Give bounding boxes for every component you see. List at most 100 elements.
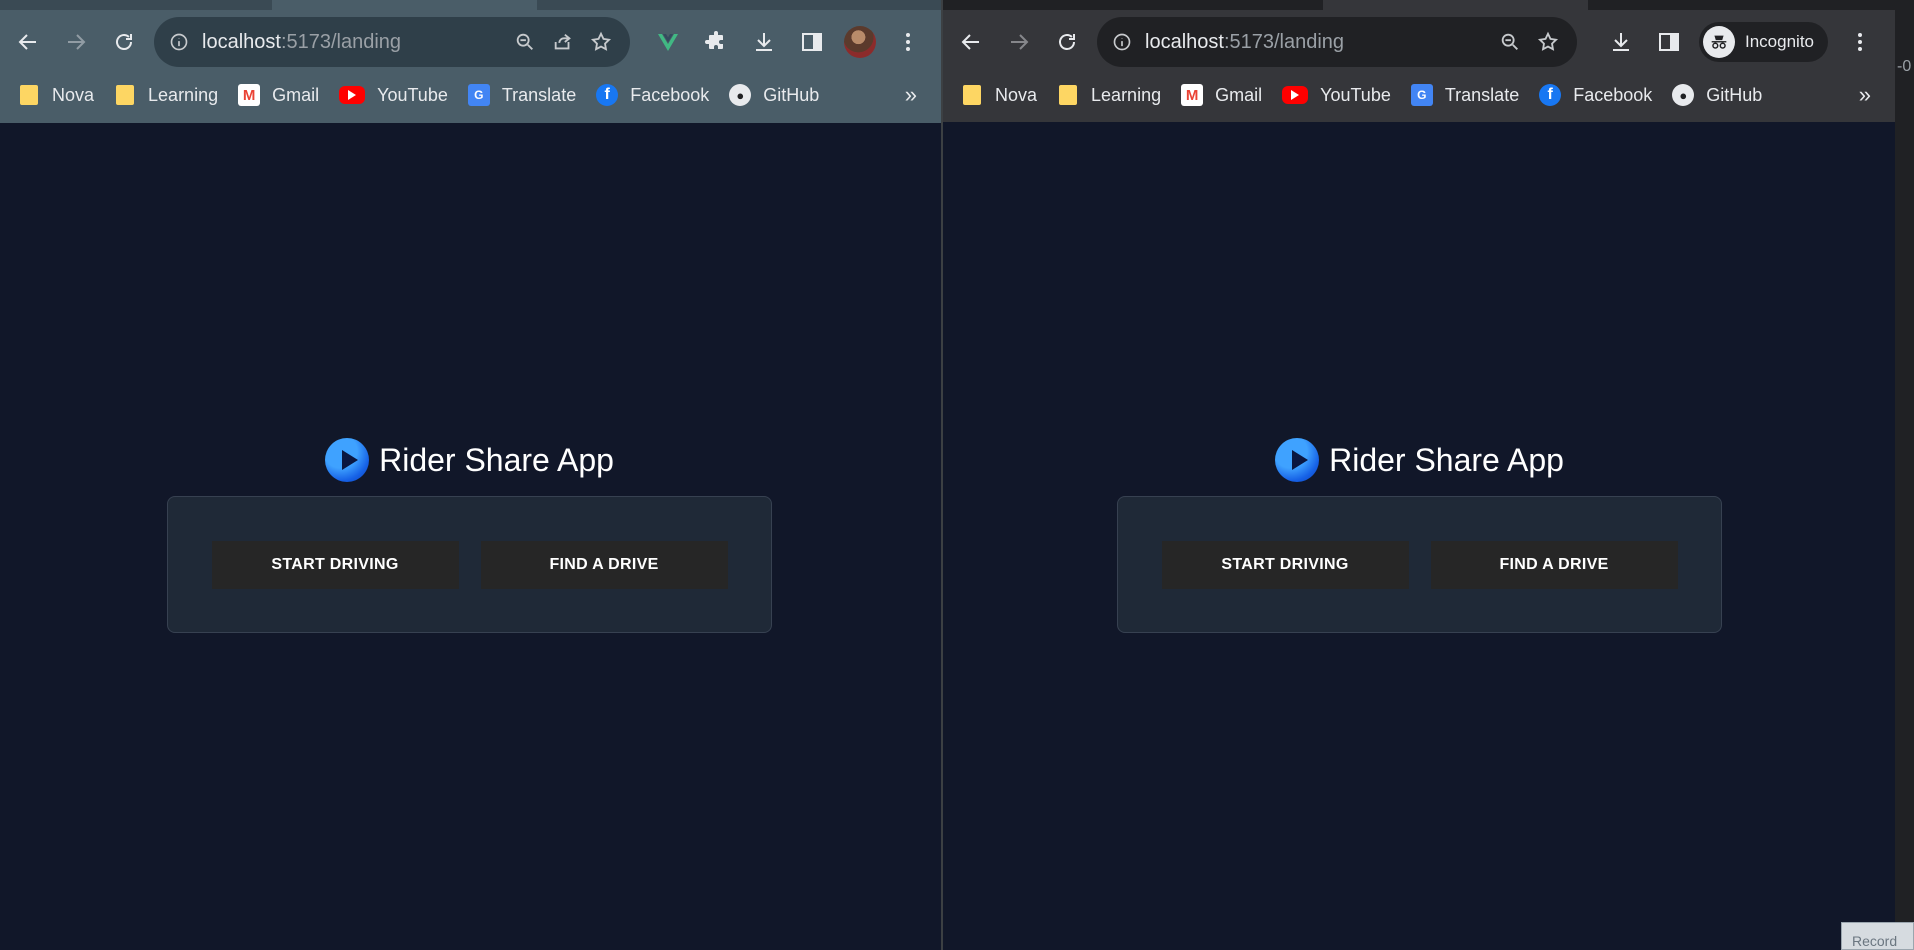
site-info-icon[interactable]	[1111, 31, 1133, 53]
bookmark-label: Facebook	[630, 84, 710, 105]
browser-window-left: localhost:5173/landing Nova Learning M G…	[0, 0, 941, 950]
arrow-left-icon	[961, 34, 979, 50]
bookmarks-overflow-button[interactable]: »	[905, 82, 917, 108]
forward-button[interactable]	[56, 22, 96, 62]
start-driving-button[interactable]: START DRIVING	[211, 540, 459, 589]
bookmarks-bar: Nova Learning M Gmail YouTube G Translate …	[943, 78, 1895, 112]
bookmark-nova[interactable]: Nova	[18, 84, 94, 106]
bookmark-gmail[interactable]: M Gmail	[1181, 84, 1262, 106]
url-text[interactable]: localhost:5173/landing	[1145, 31, 1491, 54]
bookmark-label: Nova	[52, 84, 95, 105]
address-bar[interactable]: localhost:5173/landing	[1097, 17, 1577, 67]
reload-icon	[116, 34, 132, 50]
app-title: Rider Share App	[1329, 441, 1564, 478]
bookmark-nova[interactable]: Nova	[961, 84, 1037, 106]
profile-avatar[interactable]	[844, 26, 876, 58]
bookmark-label: Gmail	[272, 84, 320, 105]
gmail-icon: M	[238, 84, 261, 106]
bookmark-learning[interactable]: Learning	[1057, 84, 1161, 106]
url-path: :5173/landing	[280, 30, 402, 53]
bookmark-facebook[interactable]: f Facebook	[1539, 84, 1652, 106]
back-button[interactable]	[951, 22, 991, 62]
translate-icon: G	[467, 84, 490, 106]
address-bar[interactable]: localhost:5173/landing	[154, 17, 630, 67]
arrow-right-icon	[68, 34, 86, 50]
incognito-label: Incognito	[1745, 32, 1814, 51]
download-icon[interactable]	[1597, 18, 1645, 66]
folder-icon	[961, 84, 983, 106]
back-button[interactable]	[8, 22, 48, 62]
zoom-out-icon[interactable]	[1491, 23, 1529, 61]
site-info-icon[interactable]	[168, 31, 190, 53]
find-a-drive-button[interactable]: FIND A DRIVE	[1430, 540, 1678, 589]
bookmark-label: GitHub	[763, 84, 820, 105]
url-path: :5173/landing	[1223, 30, 1345, 53]
bookmark-translate[interactable]: G Translate	[1410, 84, 1520, 106]
find-a-drive-button[interactable]: FIND A DRIVE	[480, 540, 728, 589]
bookmark-gmail[interactable]: M Gmail	[238, 84, 319, 106]
zoom-out-icon[interactable]	[506, 23, 544, 61]
bookmark-label: Translate	[501, 84, 577, 105]
reload-icon	[1059, 34, 1075, 50]
active-tab[interactable]	[272, 0, 537, 10]
youtube-icon	[339, 86, 366, 104]
bookmark-github[interactable]: ● GitHub	[1672, 84, 1762, 106]
github-icon: ●	[729, 84, 752, 106]
play-logo-icon	[1275, 438, 1320, 482]
folder-icon	[18, 84, 40, 106]
reload-button[interactable]	[1047, 22, 1087, 62]
browser-toolbar: localhost:5173/landing	[943, 0, 1895, 122]
gmail-icon: M	[1181, 84, 1204, 106]
youtube-icon	[1282, 86, 1309, 104]
folder-icon	[1057, 84, 1079, 106]
bookmark-translate[interactable]: G Translate	[467, 84, 577, 106]
bookmark-star-icon[interactable]	[582, 23, 620, 61]
bookmark-star-icon[interactable]	[1529, 23, 1567, 61]
vue-devtools-icon[interactable]	[644, 18, 692, 66]
bookmark-learning[interactable]: Learning	[114, 84, 218, 106]
reload-button[interactable]	[104, 22, 144, 62]
bookmark-label: Gmail	[1215, 84, 1263, 105]
browser-window-right: localhost:5173/landing Incognito Nova Le…	[943, 0, 1895, 950]
record-button[interactable]: Record	[1841, 922, 1914, 950]
background-window-edge: -0	[1895, 0, 1914, 950]
menu-kebab-icon[interactable]	[1836, 18, 1884, 66]
facebook-icon: f	[596, 84, 619, 106]
page-viewport: Rider Share App START DRIVING FIND A DRI…	[943, 122, 1895, 950]
share-icon[interactable]	[544, 23, 582, 61]
download-icon[interactable]	[740, 18, 788, 66]
translate-icon: G	[1410, 84, 1433, 106]
bookmark-label: Nova	[995, 84, 1038, 105]
side-panel-icon[interactable]	[1645, 18, 1693, 66]
bookmark-youtube[interactable]: YouTube	[1282, 85, 1391, 106]
action-card: START DRIVING FIND A DRIVE	[167, 496, 772, 633]
bookmark-facebook[interactable]: f Facebook	[596, 84, 709, 106]
bookmark-label: Translate	[1444, 84, 1520, 105]
incognito-icon	[1703, 26, 1735, 58]
record-label: Record	[1852, 933, 1898, 949]
extensions-icon[interactable]	[692, 18, 740, 66]
menu-kebab-icon[interactable]	[884, 18, 932, 66]
bookmark-label: Facebook	[1573, 84, 1653, 105]
bookmark-label: Learning	[1091, 84, 1162, 105]
play-logo-icon	[325, 438, 370, 482]
bookmark-youtube[interactable]: YouTube	[339, 85, 448, 106]
url-host: localhost	[1145, 30, 1224, 53]
arrow-left-icon	[18, 34, 36, 50]
url-text[interactable]: localhost:5173/landing	[202, 31, 506, 54]
tab-strip	[0, 0, 941, 10]
start-driving-button[interactable]: START DRIVING	[1161, 540, 1409, 589]
bookmark-github[interactable]: ● GitHub	[729, 84, 819, 106]
app-brand: Rider Share App	[325, 438, 614, 482]
forward-button[interactable]	[999, 22, 1039, 62]
incognito-badge[interactable]: Incognito	[1699, 22, 1828, 62]
facebook-icon: f	[1539, 84, 1562, 106]
url-host: localhost	[202, 30, 281, 53]
side-panel-icon[interactable]	[788, 18, 836, 66]
app-brand: Rider Share App	[1275, 438, 1564, 482]
bookmark-label: YouTube	[1320, 84, 1391, 105]
desktop: localhost:5173/landing Nova Learning M G…	[0, 0, 1914, 950]
action-card: START DRIVING FIND A DRIVE	[1117, 496, 1722, 633]
bookmarks-overflow-button[interactable]: »	[1859, 82, 1871, 108]
active-tab[interactable]	[1323, 0, 1588, 10]
